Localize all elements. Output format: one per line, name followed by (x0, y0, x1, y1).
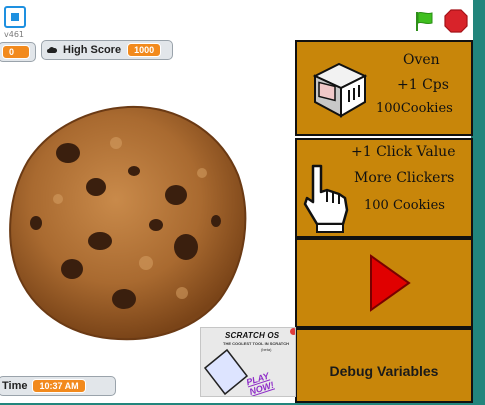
stop-icon[interactable] (444, 9, 468, 33)
play-triangle-icon (370, 254, 411, 312)
green-flag-icon[interactable] (413, 10, 435, 32)
stage: v461 0 High Score 1000 Oven +1 Cps 100Co… (0, 0, 473, 403)
time-monitor: Time 10:37 AM (0, 376, 116, 396)
time-label: Time (2, 380, 28, 392)
pointer-hand-icon (303, 164, 349, 233)
buy-clicker-button[interactable]: +1 Click Value More Clickers 100 Cookies (295, 138, 473, 238)
oven-cost: 100Cookies (376, 101, 453, 116)
high-score-monitor: High Score 1000 (41, 40, 173, 60)
score-value: 0 (2, 45, 30, 59)
cookie-button[interactable] (6, 103, 250, 343)
clicker-cost: 100 Cookies (364, 198, 445, 213)
time-value: 10:37 AM (32, 379, 86, 393)
debug-label: Debug Variables (329, 363, 439, 379)
cloud-icon (47, 47, 57, 53)
close-icon[interactable] (290, 328, 295, 335)
oven-effect: +1 Cps (397, 77, 449, 93)
tablet-icon (203, 348, 249, 396)
debug-variables-button[interactable]: Debug Variables (295, 328, 473, 403)
oven-icon (312, 62, 368, 118)
high-score-value: 1000 (127, 43, 162, 57)
fullscreen-icon[interactable] (4, 6, 26, 28)
play-button[interactable] (295, 238, 473, 328)
ad-tagline: THE COOLEST TOOL IN SCRATCH (223, 341, 290, 346)
score-monitor: 0 (0, 42, 36, 62)
ad-play-now[interactable]: PLAY NOW! (245, 363, 295, 396)
high-score-label: High Score (63, 44, 122, 56)
buy-oven-button[interactable]: Oven +1 Cps 100Cookies (295, 40, 473, 136)
oven-name: Oven (403, 52, 440, 68)
clicker-name: More Clickers (354, 170, 455, 186)
version-label: v461 (4, 30, 25, 39)
ad-tagline-beta: (beta) (261, 347, 272, 352)
scratch-os-ad[interactable]: SCRATCH OS THE COOLEST TOOL IN SCRATCH (… (200, 327, 296, 397)
clicker-effect: +1 Click Value (351, 144, 456, 160)
top-toolbar: v461 (0, 0, 473, 40)
ad-title: SCRATCH OS (225, 331, 280, 340)
